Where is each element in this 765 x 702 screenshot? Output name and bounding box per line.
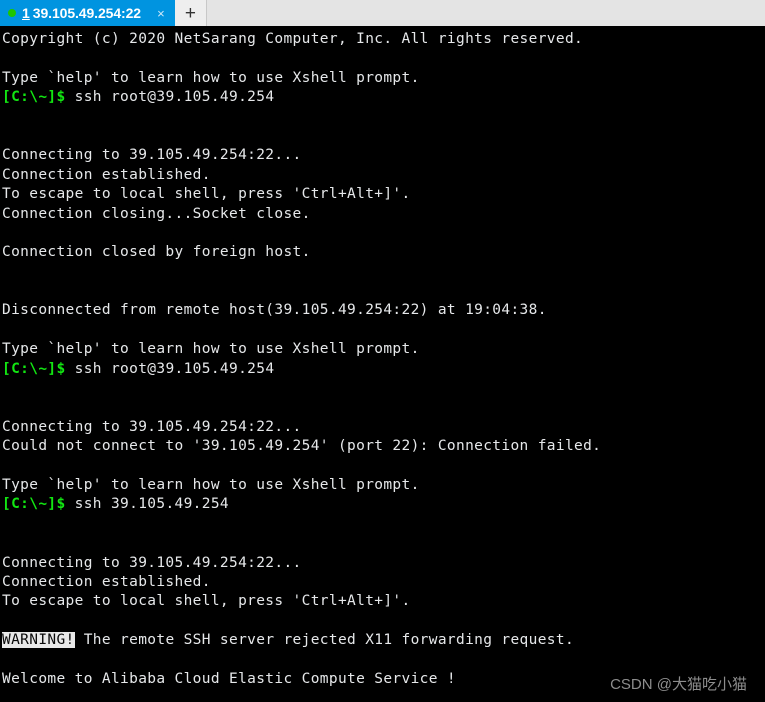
tab-bar-empty-area <box>206 0 765 26</box>
terminal-text: Type `help' to learn how to use Xshell p… <box>2 69 420 86</box>
terminal-line: Connection established. <box>2 573 765 592</box>
terminal-text: Type `help' to learn how to use Xshell p… <box>2 476 420 493</box>
tab-bar: 1 39.105.49.254:22 × + <box>0 0 765 28</box>
shell-prompt-token: [C:\~]$ <box>2 89 66 106</box>
terminal-text: ssh root@39.105.49.254 <box>65 360 275 377</box>
terminal-scrollback: Copyright (c) 2020 NetSarang Computer, I… <box>2 30 765 702</box>
terminal-line: [C:\~]$ ssh root@39.105.49.254 <box>2 88 765 107</box>
terminal-line: To escape to local shell, press 'Ctrl+Al… <box>2 185 765 204</box>
warning-badge: WARNING! <box>2 632 75 649</box>
terminal-line: Connecting to 39.105.49.254:22... <box>2 146 765 165</box>
terminal-output[interactable]: Copyright (c) 2020 NetSarang Computer, I… <box>0 28 765 702</box>
terminal-line: Type `help' to learn how to use Xshell p… <box>2 340 765 359</box>
close-icon[interactable]: × <box>153 5 169 21</box>
terminal-text: To escape to local shell, press 'Ctrl+Al… <box>2 593 411 610</box>
terminal-line: WARNING! The remote SSH server rejected … <box>2 631 765 650</box>
terminal-line: Could not connect to '39.105.49.254' (po… <box>2 437 765 456</box>
connection-status-dot <box>8 9 16 17</box>
terminal-text: Connection established. <box>2 573 211 590</box>
terminal-text: ssh 39.105.49.254 <box>65 496 229 513</box>
terminal-text: Connection established. <box>2 166 211 183</box>
terminal-line: [C:\~]$ ssh 39.105.49.254 <box>2 495 765 514</box>
terminal-line: To escape to local shell, press 'Ctrl+Al… <box>2 592 765 611</box>
terminal-text: Connection closed by foreign host. <box>2 244 311 261</box>
terminal-line: [C:\~]$ ssh root@39.105.49.254 <box>2 360 765 379</box>
terminal-text: Connection closing...Socket close. <box>2 205 311 222</box>
terminal-text: Disconnected from remote host(39.105.49.… <box>2 302 547 319</box>
terminal-text: Connecting to 39.105.49.254:22... <box>2 147 302 164</box>
terminal-text: ssh root@39.105.49.254 <box>65 89 275 106</box>
terminal-line: Connecting to 39.105.49.254:22... <box>2 418 765 437</box>
terminal-line: Type `help' to learn how to use Xshell p… <box>2 69 765 88</box>
terminal-text: Connecting to 39.105.49.254:22... <box>2 418 302 435</box>
terminal-tab-1[interactable]: 1 39.105.49.254:22 × <box>0 0 175 26</box>
terminal-line: Welcome to Alibaba Cloud Elastic Compute… <box>2 670 765 689</box>
terminal-line: Connection closing...Socket close. <box>2 205 765 224</box>
terminal-line: Connecting to 39.105.49.254:22... <box>2 554 765 573</box>
terminal-text: Copyright (c) 2020 NetSarang Computer, I… <box>2 31 584 47</box>
new-tab-button[interactable]: + <box>174 0 207 26</box>
terminal-text: Welcome to Alibaba Cloud Elastic Compute… <box>2 670 456 687</box>
terminal-text: Type `help' to learn how to use Xshell p… <box>2 341 420 358</box>
shell-prompt-token: [C:\~]$ <box>2 360 66 377</box>
terminal-text: Connecting to 39.105.49.254:22... <box>2 554 302 571</box>
terminal-text: Could not connect to '39.105.49.254' (po… <box>2 438 602 455</box>
terminal-line: Disconnected from remote host(39.105.49.… <box>2 301 765 320</box>
terminal-line: Connection established. <box>2 166 765 185</box>
tab-index-label: 1 <box>22 5 30 21</box>
terminal-text: The remote SSH server rejected X11 forwa… <box>74 632 575 649</box>
shell-prompt-token: [C:\~]$ <box>2 496 66 513</box>
terminal-line: Copyright (c) 2020 NetSarang Computer, I… <box>2 30 765 49</box>
terminal-line: Connection closed by foreign host. <box>2 243 765 262</box>
tab-title: 39.105.49.254:22 <box>32 5 141 21</box>
terminal-text: To escape to local shell, press 'Ctrl+Al… <box>2 186 411 203</box>
terminal-line: Type `help' to learn how to use Xshell p… <box>2 476 765 495</box>
